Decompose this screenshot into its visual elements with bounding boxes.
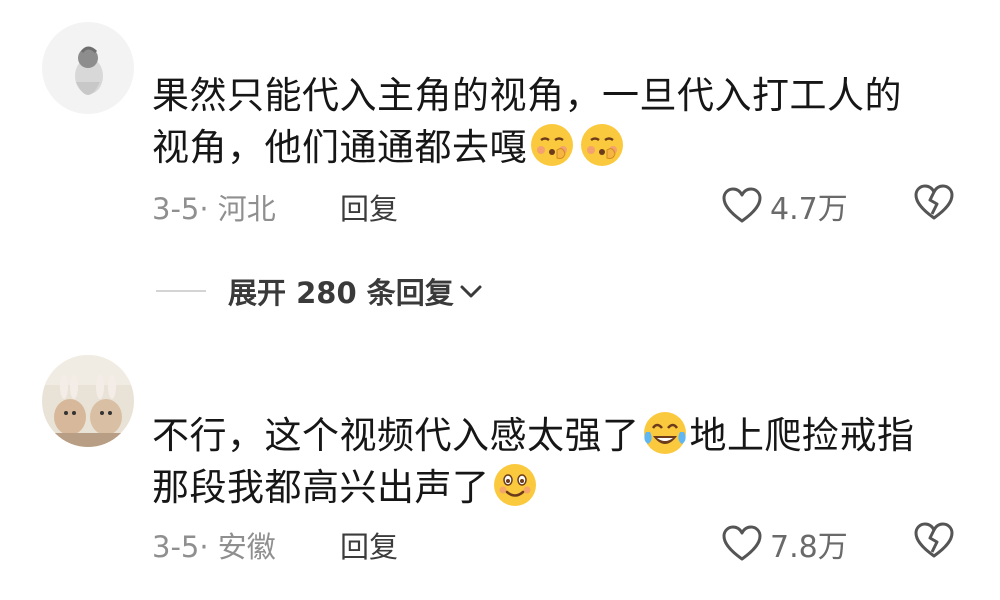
heart-icon [722,525,762,561]
like-count: 4.7万 [770,192,848,227]
comment-text-line: 不行，这个视频代入感太强了 [152,414,640,457]
broken-heart-icon [914,184,954,220]
expand-replies-label: 展开 280 条回复 [228,276,454,310]
tears-of-joy-emoji-icon [642,410,688,456]
comment-date-location: 3-5· 河北 [152,192,276,226]
chevron-down-icon [460,285,482,298]
comment-text-line: 那段我都高兴出声了 [152,466,490,509]
like-button[interactable]: 7.8万 [722,522,848,566]
shushing-face-emoji-icon [579,122,625,168]
avatar[interactable] [42,355,134,447]
heart-icon [722,187,762,223]
comment-date-location: 3-5· 安徽 [152,530,276,564]
divider [156,290,206,292]
comment-text: 果然只能代入主角的视角，一旦代入打工人的 视角，他们通通都去嘎 [152,70,952,174]
comment-text-line: 视角，他们通通都去嘎 [152,126,527,169]
avatar[interactable] [42,22,134,114]
dislike-button[interactable] [914,522,954,564]
broken-heart-icon [914,522,954,558]
shushing-face-emoji-icon [529,122,575,168]
comment-meta: 3-5· 河北 回复 [152,186,398,228]
dislike-button[interactable] [914,184,954,226]
comment-meta: 3-5· 安徽 回复 [152,524,398,566]
reply-button[interactable]: 回复 [340,186,398,228]
comment-text: 不行，这个视频代入感太强了 地上爬捡戒指 那段我都高兴出声了 [152,410,952,514]
expand-replies-button[interactable]: 展开 280 条回复 [156,270,484,312]
like-button[interactable]: 4.7万 [722,184,848,228]
comment-text-line: 地上爬捡戒指 [689,414,915,457]
like-count: 7.8万 [770,530,848,565]
smiling-face-emoji-icon [492,462,538,508]
comment-text-line: 果然只能代入主角的视角，一旦代入打工人的 [152,74,902,117]
reply-button[interactable]: 回复 [340,524,398,566]
